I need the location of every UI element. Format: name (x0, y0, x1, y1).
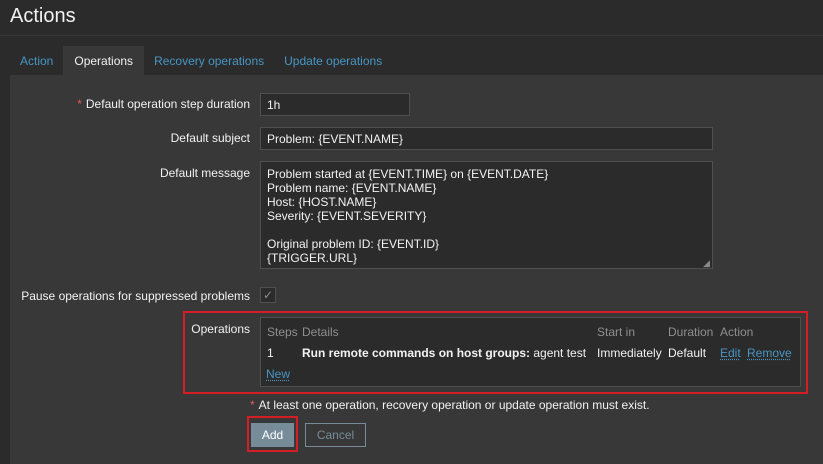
row-duration: Default (668, 346, 707, 360)
row-steps: 1 (267, 346, 274, 360)
operations-label: Operations (191, 322, 250, 336)
page-title: Actions (10, 5, 76, 27)
tab-update-operations[interactable]: Update operations (274, 46, 392, 76)
pause-suppressed-checkbox[interactable]: ✓ (260, 287, 276, 303)
step-duration-input[interactable] (260, 93, 410, 116)
tab-action[interactable]: Action (10, 46, 63, 76)
row-start-in: Immediately (597, 346, 662, 360)
tab-operations[interactable]: Operations (63, 46, 145, 76)
new-operation-link[interactable]: New (266, 367, 290, 381)
default-message-textarea[interactable]: Problem started at {EVENT.TIME} on {EVEN… (260, 161, 713, 269)
default-subject-label: Default subject (170, 131, 250, 145)
column-duration: Duration (668, 325, 714, 339)
tab-bar: Action Operations Recovery operations Up… (10, 46, 823, 76)
default-message-label: Default message (159, 166, 250, 180)
operations-table: Steps Details Start in Duration Action 1… (260, 317, 801, 387)
default-subject-input[interactable] (260, 127, 713, 150)
required-mark: * (77, 97, 82, 111)
resize-grip-icon[interactable]: ◢ (703, 259, 711, 268)
column-steps: Steps (267, 325, 298, 339)
required-mark: * (250, 398, 255, 412)
operation-required-warning: * At least one operation, recovery operat… (250, 398, 650, 412)
row-details: Run remote commands on host groups: agen… (302, 346, 587, 360)
tab-recovery-operations[interactable]: Recovery operations (144, 46, 274, 76)
add-button[interactable]: Add (251, 423, 294, 447)
column-action: Action (720, 325, 754, 339)
remove-operation-link[interactable]: Remove (747, 346, 792, 360)
edit-operation-link[interactable]: Edit (720, 346, 741, 360)
cancel-button[interactable]: Cancel (305, 423, 366, 447)
checkmark-icon: ✓ (262, 288, 274, 302)
step-duration-label: * Default operation step duration (77, 97, 250, 111)
column-start-in: Start in (597, 325, 636, 339)
title-divider (0, 35, 823, 36)
pause-suppressed-label: Pause operations for suppressed problems (21, 289, 250, 303)
column-details: Details (302, 325, 339, 339)
